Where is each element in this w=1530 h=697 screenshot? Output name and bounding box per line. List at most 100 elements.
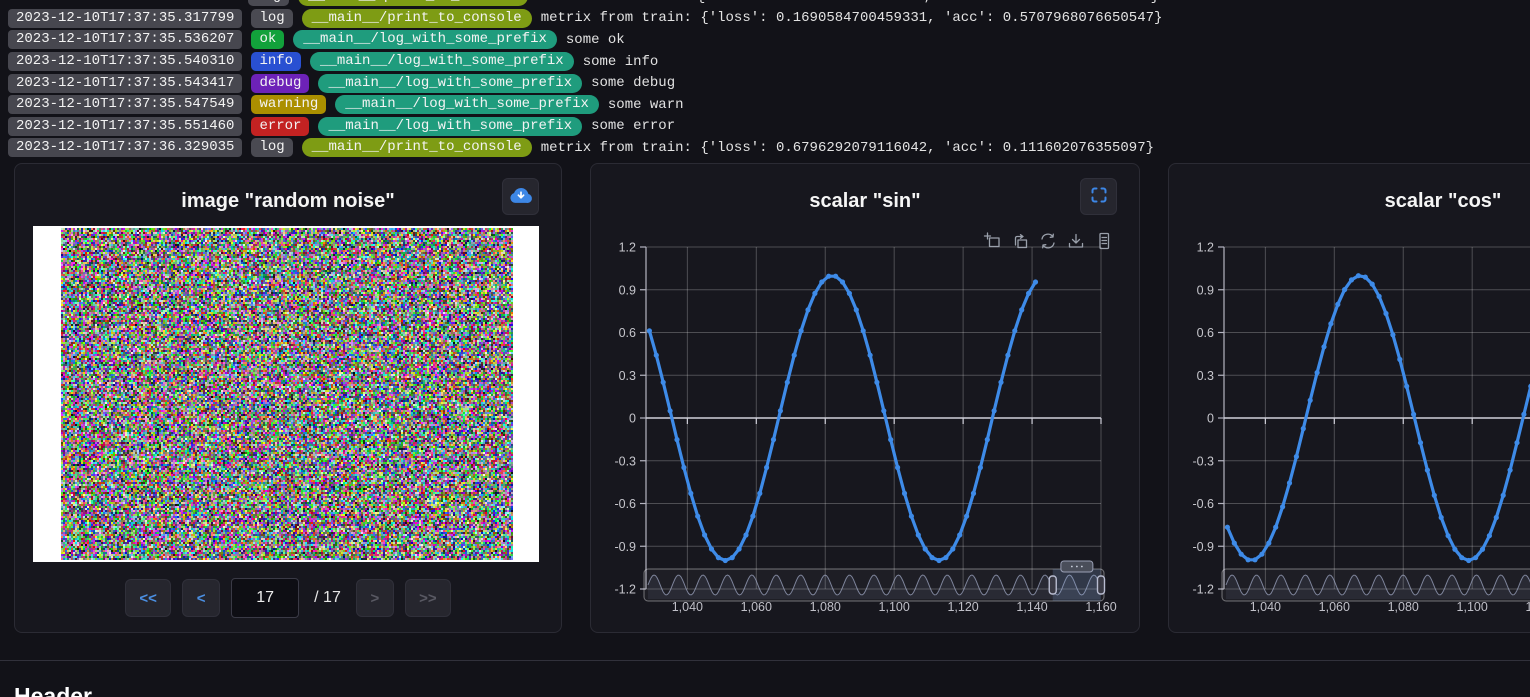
log-row: 2023-12-10T17:37:35.536207ok__main__/log…: [0, 29, 1530, 51]
log-message: some warn: [608, 97, 684, 113]
datazoom-handle[interactable]: [1098, 576, 1105, 594]
image-card-title: image "random noise": [15, 190, 561, 213]
log-timestamp-badge: 2023-12-10T17:37:35.547549: [8, 95, 242, 114]
series-point: [1005, 353, 1010, 358]
series-point: [1294, 454, 1299, 459]
cos-chart-canvas[interactable]: 1.20.90.60.30-0.3-0.6-0.9-1.21,0401,0601…: [1169, 164, 1530, 634]
series-point: [1308, 398, 1313, 403]
first-page-button[interactable]: <<: [125, 579, 171, 617]
series-point: [1252, 557, 1257, 562]
y-axis-label: -1.2: [1192, 583, 1214, 597]
series-point: [743, 532, 748, 537]
log-timestamp-badge: 2023-12-10T17:37:36.329035: [8, 138, 242, 157]
image-download-button[interactable]: [502, 178, 539, 215]
log-prefix-pill: __main__/print_to_console: [298, 0, 528, 6]
log-message: some ok: [566, 32, 625, 48]
log-timestamp-badge: 2023-12-10T17:37:35.540310: [8, 52, 242, 71]
series-point: [861, 328, 866, 333]
zoom-select-icon[interactable]: [983, 232, 1001, 250]
last-page-button[interactable]: >>: [405, 579, 451, 617]
random-noise-image: [61, 228, 513, 560]
x-axis-label: 1,060: [1319, 600, 1350, 614]
series-point: [1273, 525, 1278, 530]
log-level-badge: log: [251, 9, 292, 28]
series-point: [1501, 493, 1506, 498]
sin-chart-card: scalar "sin" 1.20.90.60.30-0.3-0.6-0.9-1…: [590, 163, 1140, 633]
series-point: [1425, 468, 1430, 473]
series-point: [943, 555, 948, 560]
log-row: 2023-12-10T17:37:35.551460error__main__/…: [0, 116, 1530, 138]
series-point: [757, 491, 762, 496]
series-point: [1383, 311, 1388, 316]
series-point: [964, 514, 969, 519]
log-row: 2023-12-10T17:37:35.547549warning__main_…: [0, 94, 1530, 116]
series-point: [916, 532, 921, 537]
y-axis-label: 0: [629, 412, 636, 426]
log-message: some debug: [591, 75, 675, 91]
x-axis-label: 1,080: [810, 600, 841, 614]
series-point: [1342, 287, 1347, 292]
series-point: [1328, 321, 1333, 326]
series-point: [1225, 525, 1230, 530]
log-prefix-pill: __main__/log_with_some_prefix: [318, 74, 582, 93]
series-point: [1026, 291, 1031, 296]
restore-icon[interactable]: [1039, 232, 1057, 250]
series-point: [1033, 279, 1038, 284]
log-level-badge: info: [251, 52, 301, 71]
y-axis-label: -0.6: [614, 497, 636, 511]
series-point: [688, 491, 693, 496]
log-row: 2023-12-10T17:37:35.543417debug__main__/…: [0, 72, 1530, 94]
series-point: [1390, 332, 1395, 337]
series-point: [1335, 302, 1340, 307]
y-axis-label: 0.3: [619, 369, 636, 383]
series-point: [1266, 541, 1271, 546]
log-prefix-pill: __main__/print_to_console: [302, 138, 532, 157]
series-point: [1287, 480, 1292, 485]
cloud-download-icon: [509, 183, 533, 210]
log-timestamp-badge: 2023-12-10T17:37:35.317799: [8, 9, 242, 28]
series-point: [1446, 533, 1451, 538]
log-prefix-pill: __main__/print_to_console: [302, 9, 532, 28]
x-axis-label: 1,160: [1085, 600, 1116, 614]
series-point: [1012, 328, 1017, 333]
sin-chart-toolbox: [983, 232, 1113, 250]
series-point: [1432, 493, 1437, 498]
y-axis-label: 0.3: [1197, 369, 1214, 383]
data-view-icon[interactable]: [1095, 232, 1113, 250]
datazoom-handle[interactable]: [1049, 576, 1056, 594]
log-console: log__main__/print_to_consolemetrix from …: [0, 0, 1530, 159]
series-point: [1521, 412, 1526, 417]
series-point: [909, 514, 914, 519]
page-number-input[interactable]: [231, 578, 299, 618]
log-timestamp-badge: 2023-12-10T17:37:35.543417: [8, 74, 242, 93]
y-axis-label: 0.6: [1197, 326, 1214, 340]
series-point: [1397, 357, 1402, 362]
series-point: [923, 546, 928, 551]
log-row: 2023-12-10T17:37:35.540310info__main__/l…: [0, 51, 1530, 73]
series-point: [812, 291, 817, 296]
y-axis-label: -0.6: [1192, 497, 1214, 511]
image-frame: [33, 226, 539, 562]
save-image-icon[interactable]: [1067, 232, 1085, 250]
datazoom-window[interactable]: [1053, 569, 1101, 601]
series-point: [792, 353, 797, 358]
series-point: [730, 555, 735, 560]
x-axis-label: 1,120: [947, 600, 978, 614]
series-point: [1370, 282, 1375, 287]
series-point: [1480, 547, 1485, 552]
series-point: [764, 465, 769, 470]
series-point: [1439, 515, 1444, 520]
x-axis-label: 1,100: [879, 600, 910, 614]
prev-page-button[interactable]: <: [182, 579, 220, 617]
log-prefix-pill: __main__/log_with_some_prefix: [335, 95, 599, 114]
series-point: [709, 546, 714, 551]
series-point: [695, 514, 700, 519]
log-level-badge: error: [251, 117, 309, 136]
series-point: [1473, 555, 1478, 560]
series-point: [771, 437, 776, 442]
next-page-button[interactable]: >: [356, 579, 394, 617]
page-total-label: / 17: [314, 589, 341, 607]
zoom-reset-icon[interactable]: [1011, 232, 1029, 250]
x-axis-label: 1,080: [1388, 600, 1419, 614]
series-point: [1280, 504, 1285, 509]
